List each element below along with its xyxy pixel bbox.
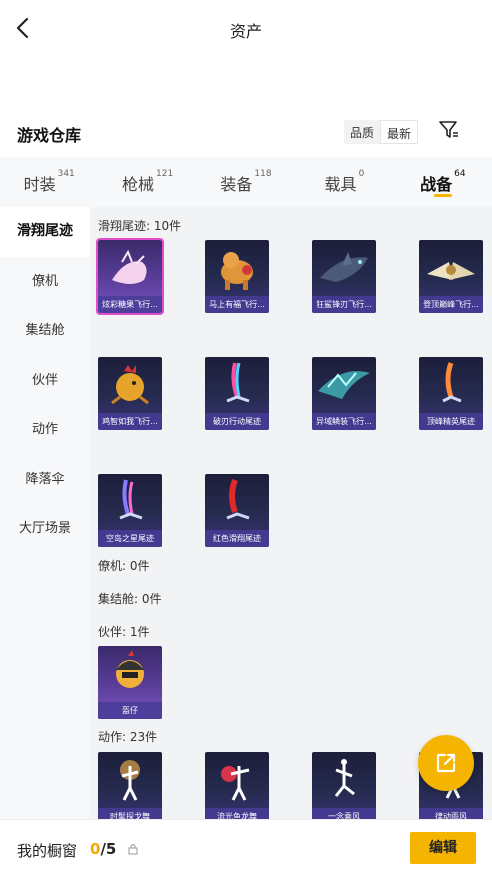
sky-island-trail-icon	[119, 479, 143, 520]
top-bar: 资产	[0, 0, 492, 58]
page-title: 资产	[229, 22, 262, 41]
item-name: 登顶巅峰飞行...	[419, 296, 483, 313]
item-name: 盔仔	[98, 702, 162, 719]
showcase-bar: 我的橱窗 0/5 编辑	[0, 819, 492, 876]
sidebar-item-assembly-pod[interactable]: 集结舱	[0, 306, 90, 356]
item-name: 马上有福飞行...	[205, 296, 269, 313]
tab-fashion[interactable]: 时装341	[0, 157, 98, 207]
filter-icon[interactable]	[437, 118, 461, 142]
item-card[interactable]: 登顶巅峰飞行...	[419, 240, 483, 313]
dragon-dance-icon	[221, 766, 250, 801]
summit-trail-icon	[427, 262, 475, 280]
sidebar-item-glide-trail[interactable]: 滑翔尾迹	[0, 207, 90, 257]
item-name: 律动雨风	[419, 808, 483, 819]
item-card[interactable]: 狂鲨锋刃飞行...	[312, 240, 376, 313]
pony-trail-icon	[221, 252, 253, 290]
item-name: 顶峰精英尾迹	[419, 413, 483, 430]
item-name: 异域鳞装飞行...	[312, 413, 376, 430]
blade-trail-icon	[226, 362, 250, 403]
section-title: 游戏仓库	[17, 126, 82, 145]
sort-latest-button[interactable]: 最新	[380, 120, 419, 144]
item-card[interactable]: 炫彩糖果飞行...	[96, 238, 164, 315]
item-name: 流光鱼龙舞	[205, 808, 269, 819]
item-card[interactable]: 红色滑翔尾迹	[205, 474, 269, 547]
tab-firearms[interactable]: 枪械121	[98, 157, 196, 207]
item-card[interactable]: 异域鳞装飞行...	[312, 357, 376, 430]
category-label-wingman: 僚机: 0件	[98, 559, 150, 573]
item-name: 破刃行动尾迹	[205, 413, 269, 430]
category-label-assembly-pod: 集结舱: 0件	[98, 592, 162, 606]
item-name: 炫彩糖果飞行...	[98, 296, 162, 313]
category-label-emote: 动作: 23件	[98, 730, 158, 744]
item-grid: 滑翔尾迹: 10件 炫彩糖果飞行... 马上有福飞行... 狂鲨锋刃飞行...	[90, 207, 492, 819]
tab-combat-prep[interactable]: 战备64	[394, 157, 492, 207]
item-card[interactable]: 空岛之星尾迹	[98, 474, 162, 547]
helmet-buddy-icon	[116, 650, 144, 688]
red-glide-trail-icon	[226, 478, 250, 520]
sort-quality-button[interactable]: 品质	[344, 120, 380, 144]
scale-armor-trail-icon	[318, 371, 370, 399]
shark-trail-icon	[320, 252, 368, 282]
item-name: 红色滑翔尾迹	[205, 530, 269, 547]
item-name: 鸡智如我飞行...	[98, 413, 162, 430]
sidebar-item-wingman[interactable]: 僚机	[0, 257, 90, 307]
item-name: 时髦探戈舞	[98, 808, 162, 819]
sidebar: 滑翔尾迹 僚机 集结舱 伙伴 动作 降落伞 大厅场景	[0, 207, 90, 819]
sidebar-item-partner[interactable]: 伙伴	[0, 356, 90, 406]
item-card[interactable]: 盔仔	[98, 646, 162, 719]
external-link-icon	[436, 753, 456, 773]
tab-vehicles[interactable]: 载具0	[295, 157, 393, 207]
item-card[interactable]: 一念乘风	[312, 752, 376, 819]
chicken-trail-icon	[111, 365, 149, 405]
sidebar-item-parachute[interactable]: 降落伞	[0, 455, 90, 505]
tango-dance-icon	[120, 760, 140, 801]
category-tabs: 时装341 枪械121 装备118 载具0 战备64	[0, 157, 492, 207]
sort-toggle: 品质 最新	[344, 120, 419, 144]
edit-button[interactable]: 编辑	[410, 832, 476, 864]
item-name: 一念乘风	[312, 808, 376, 819]
item-card[interactable]: 流光鱼龙舞	[205, 752, 269, 819]
share-button[interactable]	[418, 735, 474, 791]
item-name: 空岛之星尾迹	[98, 530, 162, 547]
sidebar-item-emote[interactable]: 动作	[0, 405, 90, 455]
item-name: 狂鲨锋刃飞行...	[312, 296, 376, 313]
item-card[interactable]: 破刃行动尾迹	[205, 357, 269, 430]
lock-icon	[128, 844, 138, 855]
tab-equipment[interactable]: 装备118	[197, 157, 295, 207]
active-tab-indicator	[434, 194, 452, 197]
showcase-count: 0/5	[90, 840, 117, 858]
warehouse-header: 游戏仓库 品质 最新	[0, 118, 492, 148]
category-label-partner: 伙伴: 1件	[98, 625, 150, 639]
wind-ride-icon	[334, 759, 355, 797]
candy-trail-icon	[112, 249, 147, 284]
sidebar-item-lobby-scene[interactable]: 大厅场景	[0, 504, 90, 554]
showcase-label: 我的橱窗	[17, 842, 78, 860]
item-card[interactable]: 时髦探戈舞	[98, 752, 162, 819]
item-card[interactable]: 马上有福飞行...	[205, 240, 269, 313]
category-label-glide-trail: 滑翔尾迹: 10件	[98, 219, 182, 233]
item-card[interactable]: 顶峰精英尾迹	[419, 357, 483, 430]
elite-trail-icon	[442, 362, 462, 403]
item-card[interactable]: 鸡智如我飞行...	[98, 357, 162, 430]
